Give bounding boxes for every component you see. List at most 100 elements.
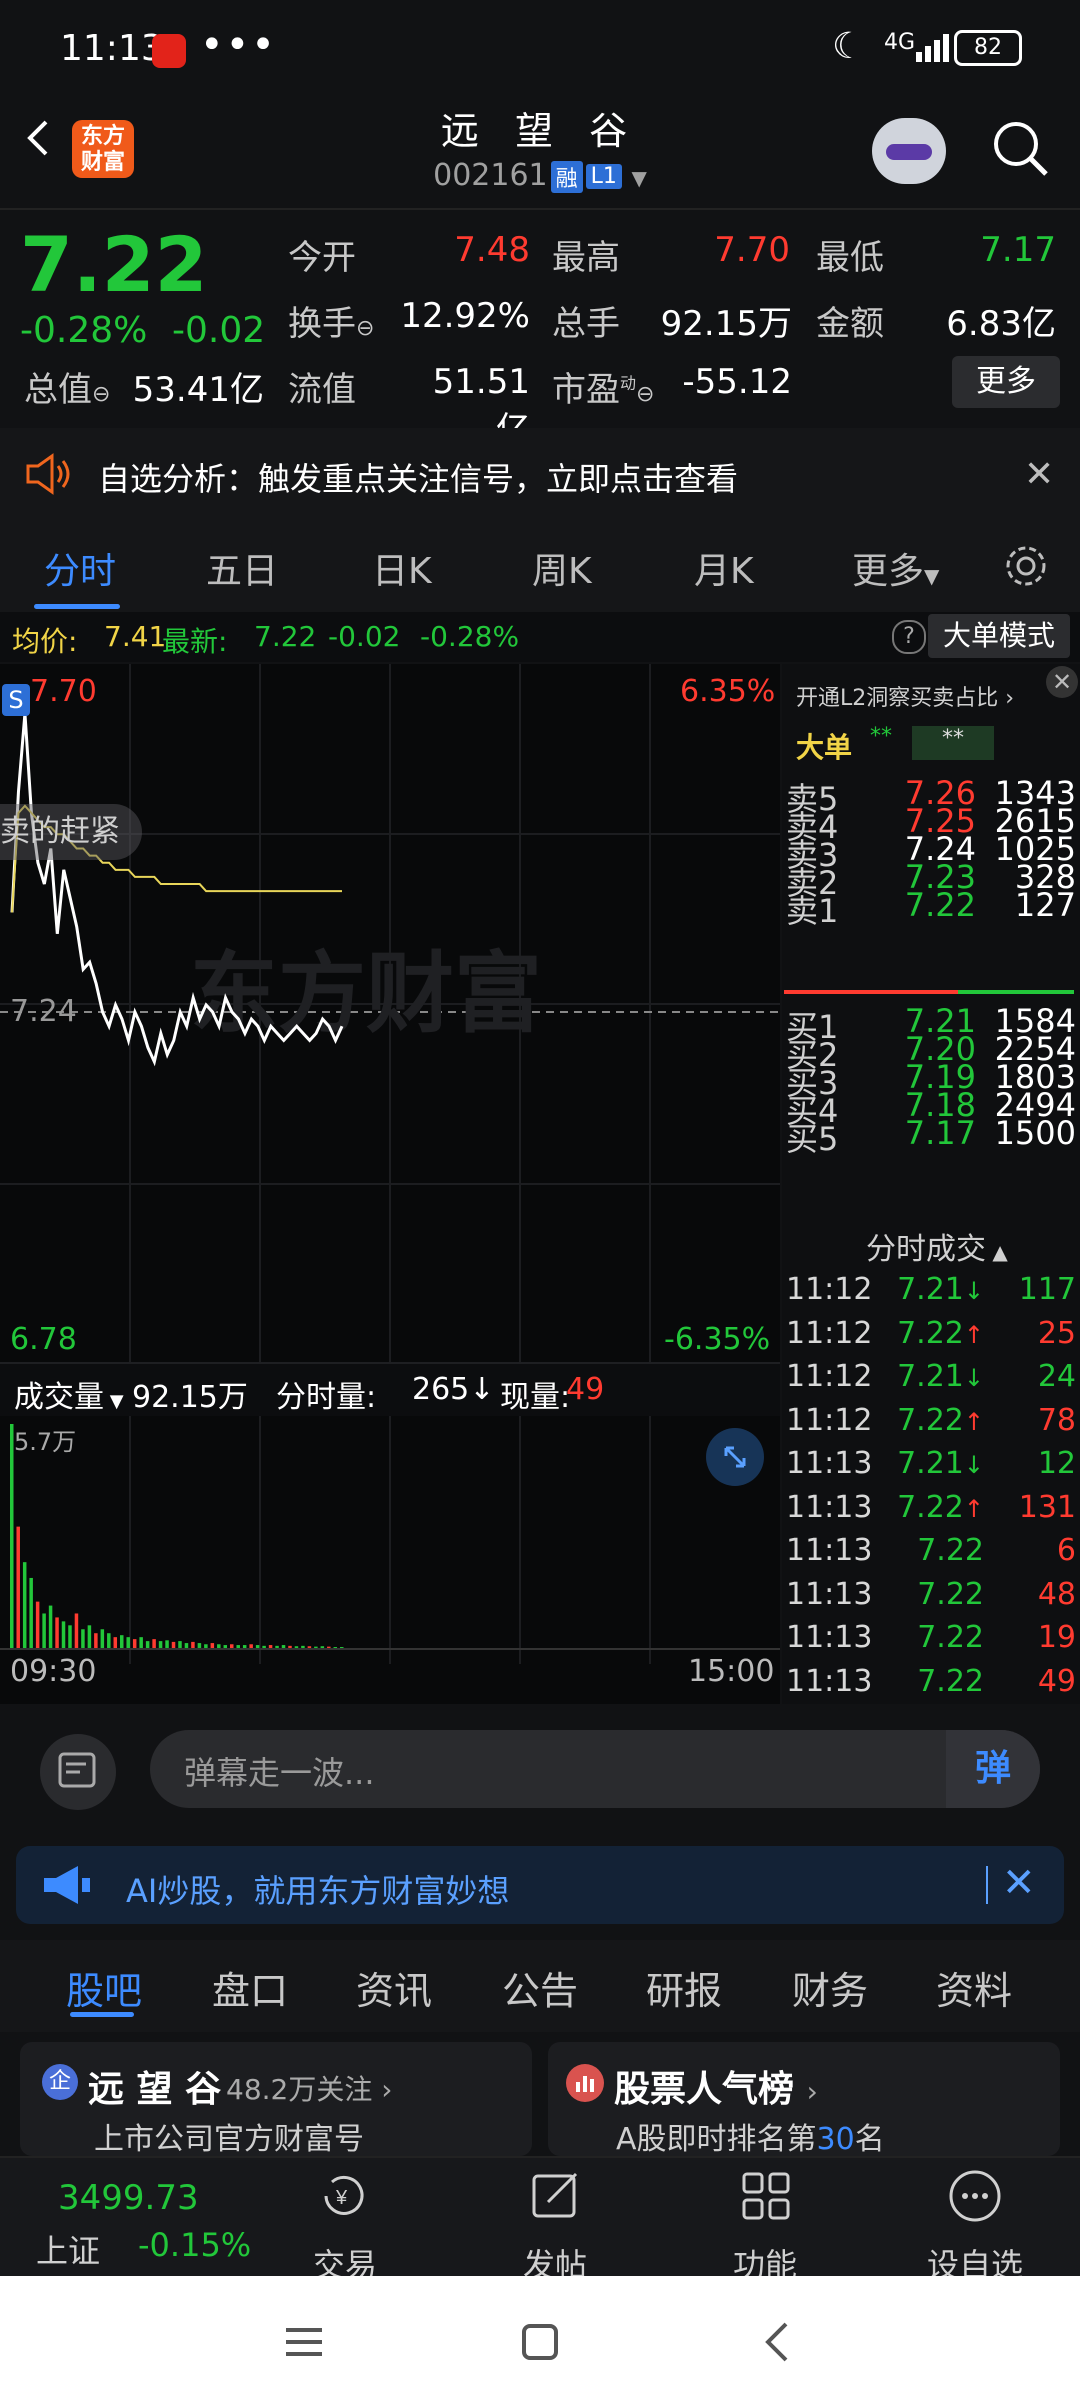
edit-post-icon[interactable] <box>526 2166 586 2226</box>
more-quote-button[interactable]: 更多 <box>952 356 1060 408</box>
volume-bar <box>126 1637 130 1649</box>
danmu-settings-icon[interactable] <box>40 1734 116 1810</box>
expand-icon[interactable] <box>706 1428 764 1486</box>
tab-monthly-k[interactable]: 月K <box>694 542 754 594</box>
trade-time: 11:13 <box>786 1533 873 1568</box>
active-tab-underline <box>70 2012 134 2017</box>
search-icon[interactable] <box>990 118 1050 178</box>
notice-bar[interactable]: 自选分析：触发重点关注信号，立即点击查看 ✕ <box>0 428 1080 520</box>
ai-banner-text: AI炒股，就用东方财富妙想 <box>126 1872 510 1910</box>
tab-research[interactable]: 研报 <box>646 1960 722 2015</box>
volume-bar <box>29 1577 33 1649</box>
volume-bar <box>132 1639 137 1649</box>
tab-daily-k[interactable]: 日K <box>372 542 432 594</box>
ai-banner[interactable]: AI炒股，就用东方财富妙想 ✕ <box>16 1846 1064 1924</box>
tab-market-depth[interactable]: 盘口 <box>212 1960 288 2015</box>
back-icon[interactable] <box>758 2320 798 2364</box>
trade-volume: 49 <box>1037 1663 1076 1699</box>
more-notifications-icon: ••• <box>200 22 277 68</box>
intraday-chart[interactable]: 东方财富 7.70 6.35% 7.24 6.78 -6.35% S 卖的赶紧 … <box>0 664 780 1704</box>
pe-value: -55.12 <box>682 362 792 402</box>
volume-bar <box>35 1601 40 1649</box>
system-navigation-bar <box>0 2276 1080 2400</box>
trade-row: 11:12 7.21↓ 117 <box>786 1272 1078 1312</box>
index-value: 3499.73 <box>58 2178 199 2218</box>
trade-price: 7.22 <box>917 1663 984 1699</box>
app-notification-icon <box>152 34 186 68</box>
ask-row[interactable]: 卖1 7.22 127 <box>786 886 1078 930</box>
close-icon[interactable]: ✕ <box>1002 1860 1036 1906</box>
volume-bar <box>120 1635 124 1649</box>
time-end: 15:00 <box>688 1654 775 1689</box>
trade-row: 11:13 7.22 6 <box>786 1533 1078 1573</box>
trade-yen-icon[interactable]: ¥ <box>314 2166 374 2226</box>
gear-icon[interactable] <box>1002 542 1050 590</box>
close-icon[interactable]: ✕ <box>1024 454 1054 495</box>
change-amount: -0.02 <box>172 310 266 351</box>
trades-title[interactable]: 分时成交 ▲ <box>866 1224 1008 1268</box>
bid-row[interactable]: 买5 7.17 1500 <box>786 1114 1078 1158</box>
volume-bar <box>171 1641 176 1649</box>
tab-profile[interactable]: 资料 <box>936 1960 1012 2015</box>
pe-label[interactable]: 市盈动⊖ <box>552 362 654 411</box>
grid-apps-icon[interactable] <box>736 2166 796 2226</box>
battery-indicator: 82 <box>954 30 1022 66</box>
tab-forum[interactable]: 股吧 <box>66 1960 142 2015</box>
order-price: 7.17 <box>904 1114 976 1152</box>
trade-row: 11:12 7.21↓ 24 <box>786 1359 1078 1399</box>
big-order-mode-button[interactable]: 大单模式 <box>928 614 1070 658</box>
tab-five-day[interactable]: 五日 <box>206 542 278 594</box>
tab-weekly-k[interactable]: 周K <box>532 542 592 594</box>
close-icon[interactable]: ✕ <box>1046 666 1078 698</box>
company-card[interactable]: 企 远 望 谷 48.2万关注 › 上市公司官方财富号 <box>20 2042 532 2157</box>
index-widget[interactable]: 3499.73 <box>58 2178 199 2218</box>
volume-max-label: 5.7万 <box>14 1428 77 1456</box>
popularity-card[interactable]: 股票人气榜 › A股即时排名第30名 <box>548 2042 1060 2157</box>
volume-selector[interactable]: 成交量 ▼ <box>14 1372 124 1416</box>
mktcap-label[interactable]: 总值⊖ <box>24 362 110 411</box>
volume-header: 成交量 ▼ 92.15万 分时量: 265↓ 现量: 49 <box>0 1362 780 1416</box>
tab-intraday[interactable]: 分时 <box>44 542 116 594</box>
home-icon[interactable] <box>520 2322 560 2362</box>
trade-volume: 12 <box>1037 1446 1076 1481</box>
sell-flag-badge[interactable]: S <box>2 684 30 716</box>
order-level-label: 卖1 <box>786 892 839 930</box>
verified-company-badge: 企 <box>42 2064 78 2100</box>
open-label: 今开 <box>288 238 356 278</box>
notice-text: 自选分析：触发重点关注信号，立即点击查看 <box>98 460 739 498</box>
volume-bar <box>191 1641 195 1649</box>
popularity-card-subtitle: A股即时排名第30名 <box>616 2122 885 2157</box>
trade-row: 11:13 7.21↓ 12 <box>786 1446 1078 1486</box>
trade-volume: 117 <box>1018 1272 1076 1307</box>
chart-comment-bubble[interactable]: 卖的赶紧 <box>0 804 142 860</box>
trade-time: 11:12 <box>786 1272 873 1307</box>
trade-volume: 24 <box>1037 1359 1076 1394</box>
tab-financials[interactable]: 财务 <box>792 1960 868 2015</box>
menu-icon[interactable] <box>284 2322 324 2362</box>
chart-high-pct: 6.35% <box>680 674 776 709</box>
l2-upgrade-link[interactable]: 开通L2洞察买卖占比 › <box>796 680 1014 712</box>
volume-bar <box>42 1613 46 1649</box>
volume-bar <box>74 1613 79 1649</box>
ai-assistant-avatar-icon[interactable] <box>872 118 946 184</box>
tab-news[interactable]: 资讯 <box>356 1960 432 2015</box>
mktcap-value: 53.41亿 <box>132 370 264 410</box>
volume-bar <box>100 1629 105 1649</box>
chart-mid-label: 7.24 <box>10 994 77 1029</box>
latest-value: 7.22 <box>254 620 317 653</box>
tab-more[interactable]: 更多▼ <box>852 542 939 594</box>
amount-label: 金额 <box>816 304 884 344</box>
trade-time: 11:13 <box>786 1576 873 1612</box>
danmu-send-button[interactable]: 弹 <box>946 1730 1040 1808</box>
trade-volume: 78 <box>1037 1402 1076 1438</box>
trade-time: 11:12 <box>786 1359 873 1394</box>
volume-bar <box>68 1625 72 1649</box>
svg-text:¥: ¥ <box>335 2187 348 2209</box>
more-dots-icon[interactable] <box>945 2166 1005 2226</box>
turnover-label[interactable]: 换手⊖ <box>288 296 374 345</box>
tab-announcements[interactable]: 公告 <box>502 1960 578 2015</box>
amount-value: 6.83亿 <box>946 304 1056 344</box>
help-icon[interactable]: ? <box>892 620 926 654</box>
danmu-input[interactable]: 弹幕走一波... <box>150 1730 1040 1808</box>
low-label: 最低 <box>816 238 884 278</box>
